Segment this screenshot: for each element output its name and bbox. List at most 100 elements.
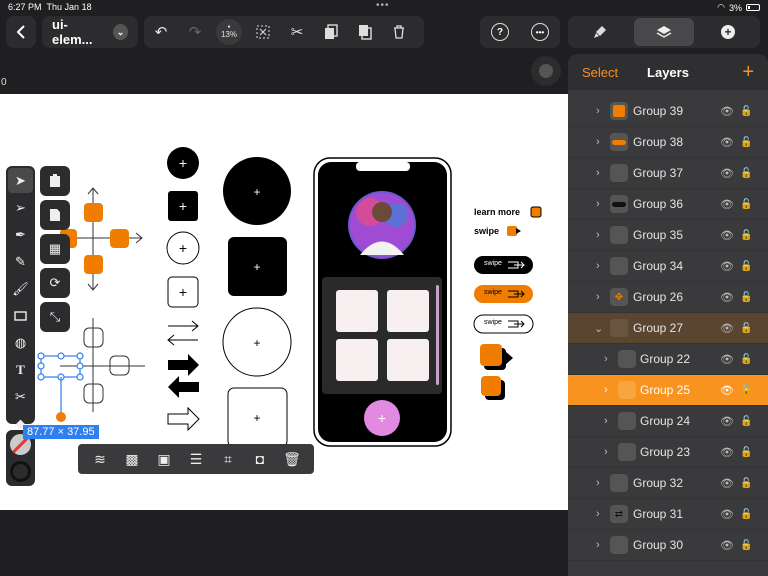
eye-icon[interactable]: 👁 — [720, 477, 734, 490]
layer-row[interactable]: › ✥ Group 26 👁 🔓 — [568, 282, 768, 313]
chevron-right-icon[interactable]: › — [596, 291, 600, 303]
unlock-icon[interactable]: 🔓 — [740, 137, 752, 148]
add-layer-button[interactable]: + — [742, 61, 754, 84]
tab-add[interactable]: + — [698, 18, 758, 46]
layer-row[interactable]: › ⇄ Group 31 👁 🔓 — [568, 499, 768, 530]
eye-icon[interactable]: 👁 — [720, 415, 734, 428]
delete-button[interactable] — [382, 16, 416, 48]
unlock-icon[interactable]: 🔓 — [740, 168, 752, 179]
scissors-tool[interactable]: ✂ — [8, 384, 33, 409]
chevron-right-icon[interactable]: › — [596, 477, 600, 489]
unlock-icon[interactable]: 🔓 — [740, 230, 752, 241]
unlock-icon[interactable]: 🔓 — [740, 509, 752, 520]
text-tool[interactable]: T — [8, 357, 33, 382]
eye-icon[interactable]: 👁 — [720, 167, 734, 180]
crop-icon[interactable]: ⌗ — [216, 451, 240, 468]
swipe-pill-orange[interactable]: swipe — [484, 289, 502, 296]
image-tool[interactable]: ▦ — [40, 234, 70, 264]
layer-row[interactable]: › Group 35 👁 🔓 — [568, 220, 768, 251]
help-icon[interactable]: ? — [491, 23, 509, 41]
mask-icon[interactable]: ◘ — [248, 451, 272, 467]
undo-button[interactable]: ↶ — [144, 16, 178, 48]
eye-icon[interactable]: 👁 — [720, 322, 734, 335]
tab-layers[interactable] — [634, 18, 694, 46]
rectangle-tool[interactable] — [8, 303, 33, 328]
clipboard-tool[interactable] — [40, 166, 70, 196]
eye-icon[interactable]: 👁 — [720, 446, 734, 459]
layer-row-child[interactable]: › Group 23 👁 🔓 — [568, 437, 768, 468]
chevron-right-icon[interactable]: › — [596, 167, 600, 179]
arrange-icon[interactable]: ▣ — [152, 451, 176, 468]
unlock-icon[interactable]: 🔓 — [740, 292, 752, 303]
eye-icon[interactable]: 👁 — [720, 198, 734, 211]
unlock-icon[interactable]: 🔓 — [740, 323, 752, 334]
eye-icon[interactable]: 👁 — [720, 260, 734, 273]
eye-icon[interactable]: 👁 — [720, 508, 734, 521]
shape-builder-tool[interactable]: ◍ — [8, 330, 33, 355]
eye-icon[interactable]: 👁 — [720, 229, 734, 242]
eye-icon[interactable]: 👁 — [720, 539, 734, 552]
multitask-dots-icon[interactable]: ••• — [376, 0, 390, 11]
chevron-right-icon[interactable]: › — [596, 229, 600, 241]
layer-row-child[interactable]: › Group 24 👁 🔓 — [568, 406, 768, 437]
pen-tool[interactable]: ✒ — [8, 222, 33, 247]
layer-row[interactable]: › Group 32 👁 🔓 — [568, 468, 768, 499]
stroke-color-swatch[interactable] — [10, 461, 31, 482]
chevron-right-icon[interactable]: › — [596, 539, 600, 551]
layer-row-selected[interactable]: › Group 25 👁 🔓 — [568, 375, 768, 406]
unlock-icon[interactable]: 🔓 — [740, 478, 752, 489]
back-button[interactable] — [6, 16, 36, 48]
deselect-button[interactable] — [246, 16, 280, 48]
chevron-right-icon[interactable]: › — [596, 508, 600, 520]
eye-icon[interactable]: 👁 — [720, 136, 734, 149]
layer-row[interactable]: › Group 36 👁 🔓 — [568, 189, 768, 220]
eye-icon[interactable]: 👁 — [720, 384, 734, 397]
chevron-right-icon[interactable]: › — [596, 136, 600, 148]
document-title-button[interactable]: ui-elem... ⌄ — [42, 16, 138, 48]
cut-button[interactable]: ✂ — [280, 16, 314, 48]
chevron-right-icon[interactable]: › — [604, 446, 608, 458]
align-icon[interactable]: ☰ — [184, 451, 208, 468]
unlock-icon[interactable]: 🔓 — [740, 416, 752, 427]
trash-icon[interactable]: 🗑 — [280, 451, 304, 468]
direct-select-tool[interactable]: ➢ — [8, 195, 33, 220]
brush-tool[interactable]: 🖌 — [8, 276, 33, 301]
swipe-pill-dark[interactable]: swipe — [484, 260, 502, 267]
tab-style[interactable] — [570, 18, 630, 46]
chevron-down-icon[interactable]: ⌄ — [594, 322, 603, 335]
layer-row-expanded[interactable]: ⌄ Group 27 👁 🔓 — [568, 313, 768, 344]
more-options-icon[interactable]: ••• — [531, 23, 549, 41]
learn-more-text[interactable]: learn more — [474, 207, 520, 217]
chevron-right-icon[interactable]: › — [604, 415, 608, 427]
pencil-tool[interactable]: ✎ — [8, 249, 33, 274]
layer-row[interactable]: › Group 34 👁 🔓 — [568, 251, 768, 282]
layer-row[interactable]: › Group 30 👁 🔓 — [568, 530, 768, 561]
layer-row[interactable]: › Group 39 👁 🔓 — [568, 96, 768, 127]
transparency-icon[interactable]: ▩ — [120, 451, 144, 468]
unlock-icon[interactable]: 🔓 — [740, 261, 752, 272]
zoom-indicator[interactable]: ● 13% — [212, 16, 246, 48]
layers-icon[interactable]: ≋ — [88, 451, 112, 468]
rotate-tool[interactable]: ⟳ — [40, 268, 70, 298]
unlock-icon[interactable]: 🔓 — [740, 447, 752, 458]
document-tool[interactable] — [40, 200, 70, 230]
layer-row-child[interactable]: › Group 22 👁 🔓 — [568, 344, 768, 375]
swipe-text[interactable]: swipe — [474, 226, 499, 236]
eye-icon[interactable]: 👁 — [720, 105, 734, 118]
chevron-right-icon[interactable]: › — [604, 353, 608, 365]
redo-button[interactable]: ↷ — [178, 16, 212, 48]
layer-row[interactable]: › Group 38 👁 🔓 — [568, 127, 768, 158]
scale-tool[interactable]: ⤡ — [40, 302, 70, 332]
unlock-icon[interactable]: 🔓 — [740, 106, 752, 117]
floating-action-button[interactable] — [531, 56, 561, 86]
select-tool[interactable]: ➤ — [8, 168, 33, 193]
eye-icon[interactable]: 👁 — [720, 353, 734, 366]
eye-icon[interactable]: 👁 — [720, 291, 734, 304]
chevron-right-icon[interactable]: › — [596, 198, 600, 210]
unlock-icon[interactable]: 🔓 — [740, 385, 752, 396]
chevron-right-icon[interactable]: › — [596, 260, 600, 272]
chevron-right-icon[interactable]: › — [596, 105, 600, 117]
layer-row[interactable]: › Group 37 👁 🔓 — [568, 158, 768, 189]
unlock-icon[interactable]: 🔓 — [740, 540, 752, 551]
copy-button[interactable] — [314, 16, 348, 48]
